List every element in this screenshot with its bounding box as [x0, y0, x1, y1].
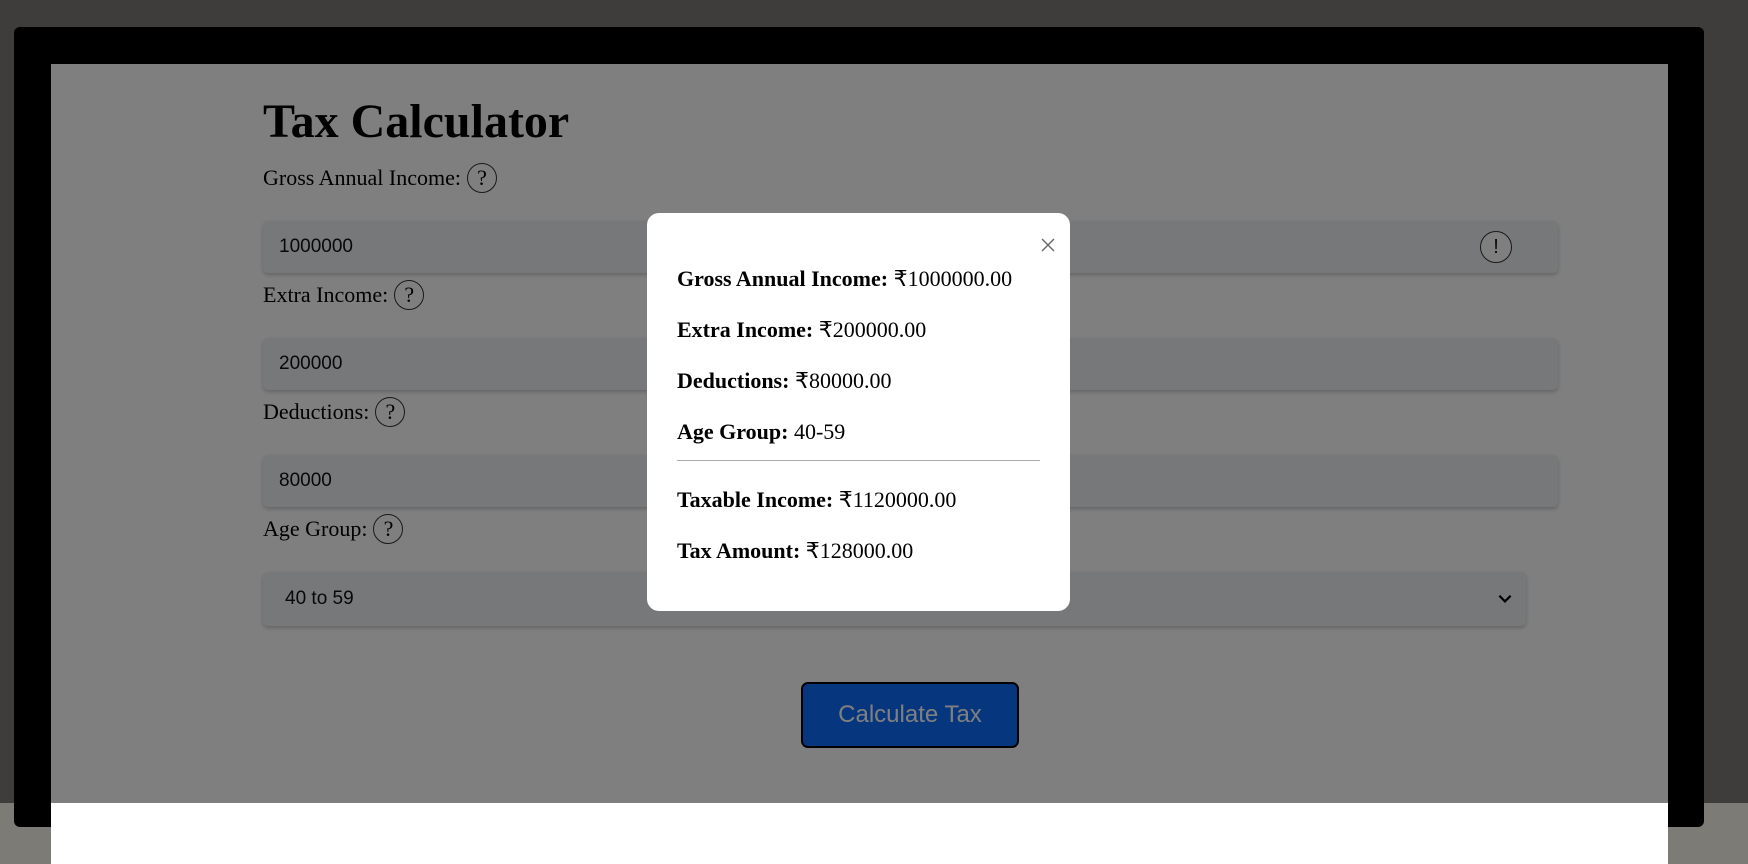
- modal-gross-label: Gross Annual Income:: [677, 266, 889, 291]
- modal-age-group: Age Group: 40-59: [677, 419, 845, 445]
- modal-deductions: Deductions: ₹80000.00: [677, 368, 891, 394]
- close-icon[interactable]: [1040, 237, 1056, 253]
- modal-tax-label: Tax Amount:: [677, 538, 801, 563]
- modal-age-label: Age Group:: [677, 419, 789, 444]
- result-modal: Gross Annual Income: ₹1000000.00 Extra I…: [647, 213, 1070, 611]
- modal-taxable-label: Taxable Income:: [677, 487, 834, 512]
- modal-age-value: 40-59: [793, 419, 846, 444]
- modal-extra-label: Extra Income:: [677, 317, 814, 342]
- modal-divider: [677, 460, 1040, 461]
- modal-extra-income: Extra Income: ₹200000.00: [677, 317, 926, 343]
- modal-tax-amount: Tax Amount: ₹128000.00: [677, 538, 913, 564]
- modal-gross-value: ₹1000000.00: [893, 266, 1013, 291]
- modal-deductions-value: ₹80000.00: [794, 368, 892, 393]
- modal-gross-income: Gross Annual Income: ₹1000000.00: [677, 266, 1012, 292]
- modal-taxable-value: ₹1120000.00: [838, 487, 957, 512]
- modal-extra-value: ₹200000.00: [818, 317, 927, 342]
- modal-tax-value: ₹128000.00: [805, 538, 914, 563]
- modal-taxable-income: Taxable Income: ₹1120000.00: [677, 487, 956, 513]
- modal-deductions-label: Deductions:: [677, 368, 790, 393]
